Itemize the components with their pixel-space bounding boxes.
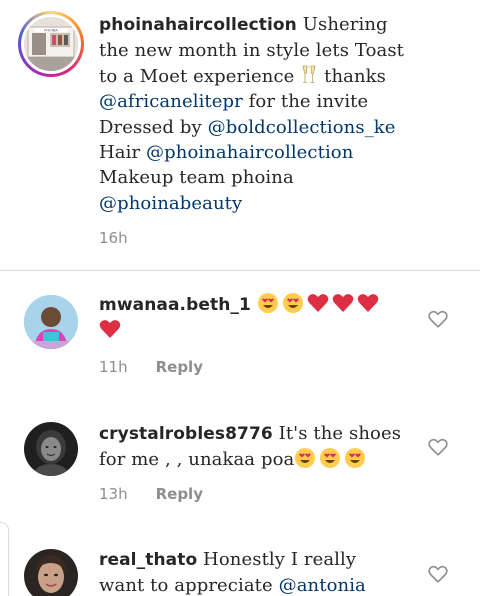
svg-text:PHOINA: PHOINA [44,29,58,33]
mention-link[interactable]: @phoinabeauty [99,193,242,214]
like-heart-icon[interactable] [427,563,449,585]
caption-line-5: Dressed by @boldcollections_ke [99,116,396,138]
red-heart-emoji-icon [307,294,332,315]
store-front-avatar-icon: PHOINA [24,17,78,71]
caption-avatar[interactable]: PHOINA [18,11,84,77]
reply-button[interactable]: Reply [156,358,203,376]
caption-line-6: Hair @phoinahaircollection [99,142,354,164]
avatar[interactable] [24,422,78,476]
comment-username[interactable]: real_thato [99,550,197,570]
heart-eyes-emoji-icon [319,448,344,470]
comment-text: mwanaa.beth_1 [99,292,429,344]
comment-meta: 11h Reply [99,358,203,376]
reply-button[interactable]: Reply [156,485,203,503]
heart-eyes-emoji-icon [282,293,307,315]
avatar[interactable] [24,295,78,349]
caption-divider [0,270,480,271]
comment-username[interactable]: crystalrobles8776 [99,424,273,444]
caption-line-1: phoinahaircollection Ushering [99,14,388,35]
caption-time: 16h [99,229,128,247]
comment-meta: 13h Reply [99,485,203,503]
panel-edge [0,522,9,596]
avatar[interactable] [24,549,78,596]
caption-line-3: to a Moet experience thanks [99,65,387,87]
caption-username[interactable]: phoinahaircollection [99,15,297,35]
mention-link[interactable]: @boldcollections_ke [208,117,396,138]
caption-meta: 16h [99,229,128,247]
post-caption: PHOINA phoinahaircollection Ushering the… [0,0,480,270]
heart-eyes-emoji-icon [344,448,369,470]
caption-line-4: @africanelitepr for the invite [99,91,369,113]
comment-text: crystalrobles8776 It's the shoes for me … [99,423,402,471]
champagne-toast-icon [300,65,318,87]
caption-line-2: the new month in style lets Toast [99,40,405,62]
caption-line-8: @phoinabeauty [99,191,469,216]
mention-link[interactable]: @phoinahaircollection [146,142,353,163]
comment-text: real_thato Honestly I really want to app… [99,549,366,596]
like-heart-icon[interactable] [427,436,449,458]
comment-time: 13h [99,485,128,503]
mention-link[interactable]: @antonia [279,575,366,596]
caption-line-7: Makeup team phoina [99,167,294,189]
comment-username[interactable]: mwanaa.beth_1 [99,295,251,315]
caption-text: phoinahaircollection Ushering the new mo… [99,12,469,216]
mention-link[interactable]: @africanelitepr [99,91,243,112]
heart-eyes-emoji-icon [294,448,319,470]
red-heart-emoji-icon [332,294,357,315]
red-heart-emoji-icon [99,320,124,341]
heart-eyes-emoji-icon [257,293,282,315]
comment-time: 11h [99,358,128,376]
red-heart-emoji-icon [357,294,382,315]
like-heart-icon[interactable] [427,308,449,330]
